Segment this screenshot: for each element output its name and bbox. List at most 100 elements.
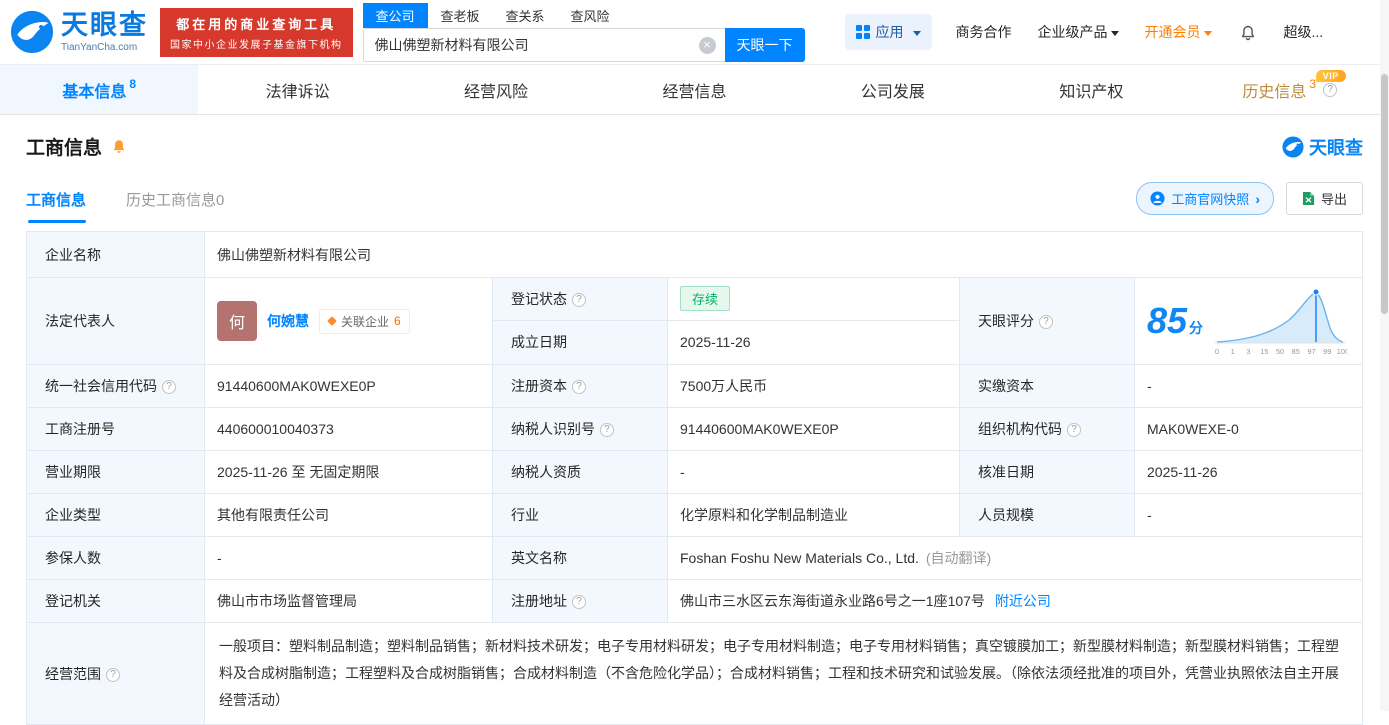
value-company-type: 其他有限责任公司 (204, 493, 493, 537)
value-industry: 化学原料和化学制品制造业 (667, 493, 960, 537)
svg-text:50: 50 (1276, 347, 1284, 356)
label-establish-date: 成立日期 (492, 319, 668, 366)
tab-intellectual-property-label: 知识产权 (1059, 83, 1124, 101)
label-legal-representative: 法定代表人 (26, 277, 205, 365)
tab-intellectual-property[interactable]: 知识产权 (992, 65, 1190, 114)
export-button[interactable]: 导出 (1285, 182, 1363, 215)
search-area: 查公司 查老板 查关系 查风险 天眼一下 (362, 2, 805, 62)
promo-banner: 都在用的商业查询工具 国家中小企业发展子基金旗下机构 (160, 7, 353, 57)
section-title: 工商信息 (26, 138, 103, 159)
legal-rep-name-link[interactable]: 何婉慧 (267, 311, 309, 331)
tab-history-info[interactable]: VIP 历史信息 3 (1191, 65, 1389, 114)
tab-basic-info-label: 基本信息 (62, 83, 127, 101)
score-unit: 分 (1189, 320, 1204, 336)
svg-text:0: 0 (1215, 347, 1219, 356)
tianyan-score-value[interactable]: 85 分 (1147, 300, 1203, 342)
label-business-scope-text: 经营范围 (45, 665, 101, 682)
value-company-name: 佛山佛塑新材料有限公司 (204, 231, 1363, 278)
label-legal-representative-text: 法定代表人 (45, 313, 115, 329)
help-icon[interactable] (1067, 423, 1081, 438)
label-staff-size-text: 人员规模 (978, 507, 1034, 523)
tab-history-info-count: 3 (1309, 76, 1317, 91)
label-registration-authority-text: 登记机关 (45, 593, 101, 609)
watermark-text: 天眼查 (1309, 137, 1363, 158)
label-credit-code-text: 统一社会信用代码 (45, 378, 157, 394)
search-button[interactable]: 天眼一下 (724, 27, 805, 62)
subtab-history-business-info[interactable]: 历史工商信息0 (126, 189, 224, 223)
tab-business-info[interactable]: 经营信息 (595, 65, 793, 114)
excel-export-icon (1302, 192, 1315, 205)
label-approval-date-text: 核准日期 (978, 464, 1034, 480)
label-registration-number-text: 工商注册号 (45, 421, 115, 437)
tab-operating-risk[interactable]: 经营风险 (397, 65, 595, 114)
search-box (362, 27, 725, 62)
tianyancha-logo[interactable]: 天眼查 TianYanCha.com (10, 10, 148, 54)
help-icon[interactable] (1323, 82, 1338, 97)
notification-bell-icon[interactable] (1238, 22, 1258, 42)
help-icon[interactable] (1039, 315, 1053, 330)
value-registration-authority: 佛山市市场监督管理局 (204, 579, 493, 623)
help-icon[interactable] (572, 595, 586, 610)
clear-search-icon[interactable] (698, 36, 716, 54)
label-taxpayer-id: 纳税人识别号 (492, 407, 668, 451)
tab-history-info-label: 历史信息 (1242, 83, 1307, 101)
search-tab-relation[interactable]: 查关系 (493, 3, 558, 28)
nav-open-membership-label: 开通会员 (1144, 24, 1201, 40)
top-nav: 商务合作 企业级产品 开通会员 超级... (956, 22, 1324, 42)
value-registration-number: 440600010040373 (204, 407, 493, 451)
search-row: 天眼一下 (362, 27, 805, 62)
logo-text: 天眼查 TianYanCha.com (61, 11, 148, 53)
label-business-scope: 经营范围 (26, 622, 205, 725)
nav-super-vip[interactable]: 超级... (1284, 22, 1324, 42)
value-registered-capital: 7500万人民币 (667, 364, 960, 408)
search-input[interactable] (363, 28, 725, 61)
search-tabs: 查公司 查老板 查关系 查风险 (362, 2, 805, 28)
search-tab-company[interactable]: 查公司 (362, 2, 428, 28)
help-icon[interactable] (162, 380, 176, 395)
vip-badge: VIP (1315, 70, 1346, 82)
help-icon[interactable] (600, 423, 614, 438)
svg-text:1: 1 (1231, 347, 1235, 356)
tab-basic-info[interactable]: 基本信息 8 (0, 65, 199, 114)
help-icon[interactable] (572, 380, 586, 395)
nav-open-membership[interactable]: 开通会员 (1145, 22, 1212, 42)
apps-grid-icon (855, 25, 870, 39)
nearby-companies-link[interactable]: 附近公司 (995, 593, 1051, 609)
search-tab-boss[interactable]: 查老板 (428, 3, 493, 28)
related-companies-icon (327, 316, 337, 326)
nav-enterprise-products[interactable]: 企业级产品 (1038, 22, 1119, 42)
legal-rep-avatar[interactable]: 何 (217, 301, 257, 341)
status-badge: 存续 (680, 286, 731, 312)
label-credit-code: 统一社会信用代码 (26, 364, 205, 408)
label-business-term-text: 营业期限 (45, 464, 101, 480)
label-insured-number-text: 参保人数 (45, 550, 101, 566)
label-company-name: 企业名称 (26, 231, 205, 278)
business-info-table: 企业名称 佛山佛塑新材料有限公司 法定代表人 何 何婉慧 关联企业 6 登记状态… (26, 231, 1363, 725)
label-insured-number: 参保人数 (26, 536, 205, 580)
monitor-bell-icon[interactable] (110, 138, 128, 156)
help-icon[interactable] (572, 293, 586, 308)
label-tianyan-score: 天眼评分 (959, 277, 1135, 365)
chevron-right-icon (1255, 191, 1260, 207)
label-registration-authority: 登记机关 (26, 579, 205, 623)
tab-company-development[interactable]: 公司发展 (794, 65, 992, 114)
subtabs-row: 工商信息 历史工商信息0 工商官网快照 导出 (26, 182, 1363, 223)
tab-operating-risk-label: 经营风险 (464, 83, 529, 101)
apps-menu-button[interactable]: 应用 (844, 14, 932, 50)
related-companies-badge[interactable]: 关联企业 6 (319, 308, 410, 334)
subtab-business-info[interactable]: 工商信息 (26, 189, 87, 223)
tianyancha-logo-icon (1282, 135, 1304, 158)
scrollbar-thumb[interactable] (1381, 74, 1388, 314)
vertical-scrollbar[interactable] (1380, 0, 1389, 711)
tab-legal-litigation[interactable]: 法律诉讼 (198, 65, 396, 114)
label-tianyan-score-text: 天眼评分 (978, 313, 1034, 329)
nav-business-cooperation[interactable]: 商务合作 (956, 22, 1012, 42)
svg-text:85: 85 (1292, 347, 1300, 356)
value-approval-date: 2025-11-26 (1134, 450, 1363, 494)
related-companies-count: 6 (394, 314, 401, 328)
search-tab-risk[interactable]: 查风险 (558, 3, 623, 28)
value-establish-date: 2025-11-26 (667, 319, 960, 366)
label-company-name-text: 企业名称 (45, 246, 101, 263)
help-icon[interactable] (106, 667, 120, 682)
official-snapshot-button[interactable]: 工商官网快照 (1136, 182, 1274, 215)
